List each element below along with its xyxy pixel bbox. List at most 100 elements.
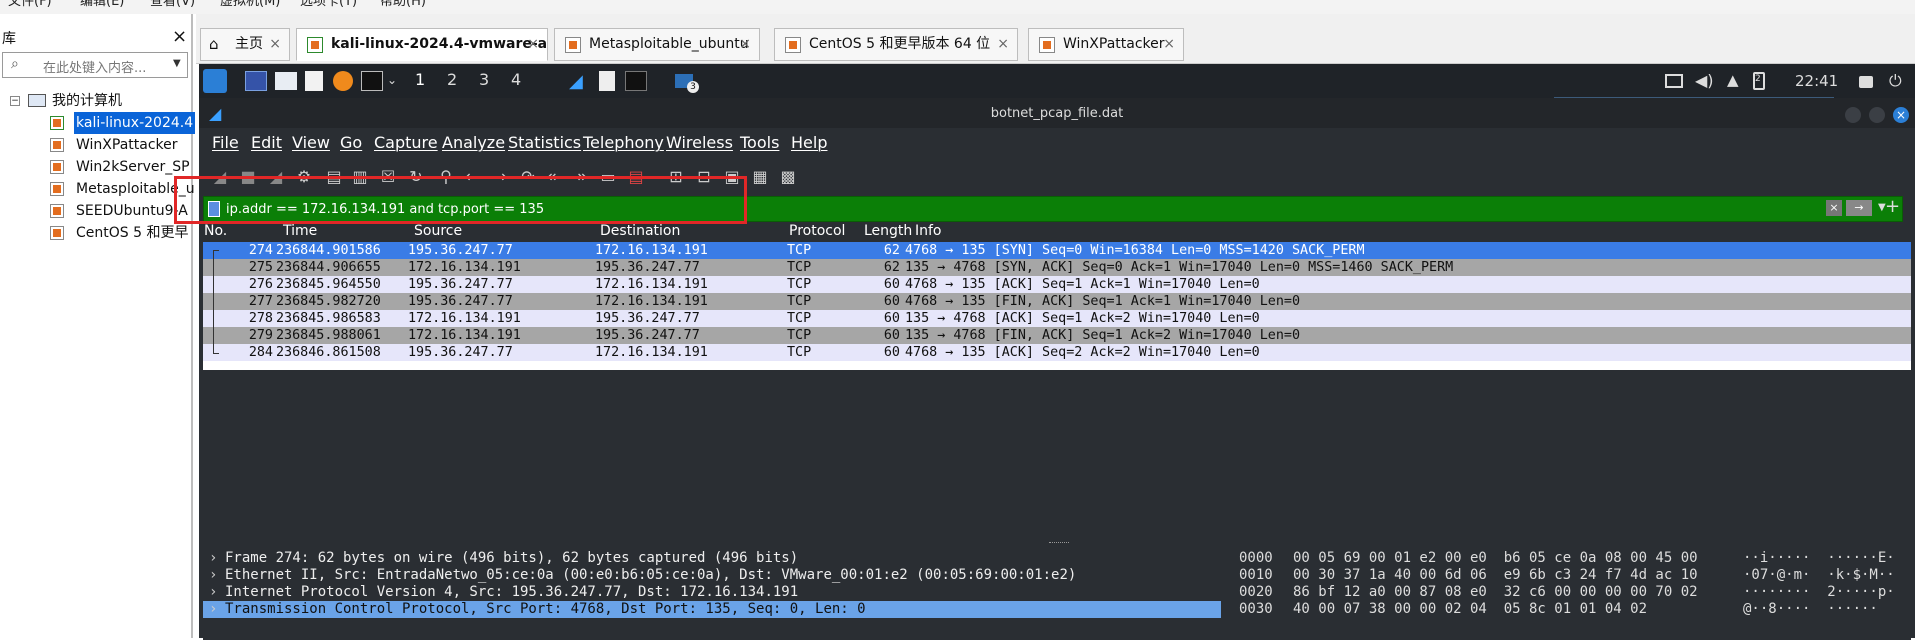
expand-icon[interactable]: › <box>209 567 217 584</box>
packet-row[interactable]: 276 236845.964550 195.36.247.77 172.16.134.… <box>203 276 1911 293</box>
lock-icon[interactable] <box>1859 76 1873 88</box>
close-icon[interactable]: × <box>1893 107 1909 123</box>
search-input[interactable]: 在此处键入内容... <box>43 57 146 76</box>
workspace-1[interactable]: 1 <box>415 70 425 89</box>
volume-icon[interactable]: ◀) <box>1695 71 1717 91</box>
close-icon[interactable]: × <box>1163 29 1175 60</box>
cell-proto: TCP <box>787 294 812 309</box>
close-icon[interactable]: × <box>997 29 1009 60</box>
vm-menubar: 文件(F) 编辑(E) 查看(V) 虚拟机(M) 选项卡(T) 帮助(H) <box>0 0 1915 14</box>
menu-analyze[interactable]: Analyze <box>442 133 505 152</box>
expand-icon[interactable]: › <box>209 584 217 601</box>
vm-running-icon <box>307 37 323 53</box>
detail-row[interactable]: › Transmission Control Protocol, Src Port… <box>203 601 1221 618</box>
menu-telephony[interactable]: Telephony <box>583 133 664 152</box>
display-icon[interactable] <box>1665 74 1683 88</box>
tab-label: CentOS 5 和更早版本 64 位 <box>809 36 991 52</box>
splitter-handle[interactable] <box>1049 542 1069 544</box>
close-icon[interactable]: × <box>269 29 281 60</box>
battery-level: 2 <box>1755 74 1761 84</box>
kali-menu-icon[interactable] <box>203 69 227 93</box>
column-prefs-icon[interactable]: ▩ <box>777 166 799 188</box>
cell-len: 60 <box>883 294 900 309</box>
menu-statistics[interactable]: Statistics <box>508 133 581 152</box>
tab-metasploitable[interactable]: Metasploitable_ubuntu × <box>554 28 760 61</box>
col-length[interactable]: Length <box>864 223 912 239</box>
clear-filter-icon[interactable]: × <box>1826 200 1842 216</box>
library-search[interactable]: ⌕ 在此处键入内容... ▼ <box>2 52 188 78</box>
menu-view[interactable]: View <box>292 133 330 152</box>
tab-home[interactable]: ⌂ 主页 × <box>200 28 290 61</box>
clock[interactable]: 22:41 <box>1795 72 1838 90</box>
expand-icon[interactable]: › <box>209 550 217 567</box>
wireshark-task-icon[interactable]: ◢ <box>569 71 591 92</box>
firefox-icon[interactable] <box>333 71 353 91</box>
cell-info: 4768 → 135 [FIN, ACK] Seq=1 Ack=1 Win=17… <box>905 294 1301 309</box>
menu-view[interactable]: 查看(V) <box>150 0 195 8</box>
bytes-offset: 0020 <box>1239 584 1273 600</box>
apply-filter-icon[interactable]: → <box>1846 200 1872 216</box>
packet-row[interactable]: 278 236845.986583 172.16.134.191 195.36.247… <box>203 310 1911 327</box>
menu-wireless[interactable]: Wireless <box>666 133 733 152</box>
tree-item-label: kali-linux-2024.4 <box>74 112 196 134</box>
close-icon[interactable]: × <box>739 29 751 60</box>
library-close-icon[interactable]: × <box>172 26 187 47</box>
col-destination[interactable]: Destination <box>600 223 680 239</box>
collapse-icon[interactable]: − <box>10 96 20 106</box>
tab-kali[interactable]: kali-linux-2024.4-vmware-a... × <box>296 28 548 61</box>
detail-text: Frame 274: 62 bytes on wire (496 bits), … <box>225 550 799 566</box>
add-filter-icon[interactable]: + <box>1885 196 1900 217</box>
cell-len: 62 <box>883 260 900 275</box>
folder-icon[interactable] <box>275 72 297 90</box>
cell-dst: 195.36.247.77 <box>595 260 700 275</box>
tab-winxp[interactable]: WinXPattacker × <box>1028 28 1184 61</box>
text-editor-icon[interactable] <box>305 71 323 91</box>
close-icon[interactable]: × <box>527 29 539 60</box>
menu-file[interactable]: 文件(F) <box>8 0 52 8</box>
col-time[interactable]: Time <box>283 223 317 239</box>
tab-centos[interactable]: CentOS 5 和更早版本 64 位 × <box>774 28 1018 61</box>
ws-titlebar: ◢ botnet_pcap_file.dat × <box>199 98 1915 130</box>
menu-vm[interactable]: 虚拟机(M) <box>220 0 280 8</box>
workspace-3[interactable]: 3 <box>479 70 489 89</box>
library-header: 库 × <box>0 14 193 47</box>
bytes-ascii: @··8···· ······ <box>1743 601 1878 617</box>
desktop-icon[interactable] <box>245 71 267 91</box>
menu-help[interactable]: Help <box>791 133 827 152</box>
minimize-icon[interactable] <box>1845 107 1861 123</box>
packet-row[interactable]: 274 236844.901586 195.36.247.77 172.16.134.… <box>203 242 1911 259</box>
menu-go[interactable]: Go <box>340 133 362 152</box>
workspace-2[interactable]: 2 <box>447 70 457 89</box>
resize-columns-icon[interactable]: ▦ <box>749 166 771 188</box>
expand-icon[interactable]: › <box>209 601 217 618</box>
packet-row[interactable]: 275 236844.906655 172.16.134.191 195.36.247… <box>203 259 1911 276</box>
bell-icon[interactable]: ▲ <box>1727 71 1749 91</box>
col-protocol[interactable]: Protocol <box>789 223 845 239</box>
pdf-task-icon[interactable] <box>599 71 615 91</box>
detail-row[interactable]: › Frame 274: 62 bytes on wire (496 bits),… <box>203 550 1221 567</box>
packet-row[interactable]: 277 236845.982720 195.36.247.77 172.16.134.… <box>203 293 1911 310</box>
terminal-task-icon[interactable] <box>625 71 647 91</box>
menu-help[interactable]: 帮助(H) <box>380 0 426 8</box>
chevron-down-icon[interactable]: ⌄ <box>387 73 397 87</box>
menu-tools[interactable]: Tools <box>740 133 779 152</box>
power-icon[interactable]: ⏻ <box>1889 71 1911 91</box>
maximize-icon[interactable] <box>1869 107 1885 123</box>
menu-file[interactable]: File <box>212 133 239 152</box>
menu-capture[interactable]: Capture <box>374 133 438 152</box>
chevron-down-icon[interactable]: ▼ <box>173 58 181 69</box>
col-no[interactable]: No. <box>204 223 227 239</box>
col-source[interactable]: Source <box>414 223 462 239</box>
menu-tabs[interactable]: 选项卡(T) <box>300 0 357 8</box>
col-info[interactable]: Info <box>915 223 942 239</box>
menu-edit[interactable]: Edit <box>251 133 282 152</box>
detail-row[interactable]: › Internet Protocol Version 4, Src: 195.3… <box>203 584 1221 601</box>
packet-row[interactable]: 279 236845.988061 172.16.134.191 195.36.247… <box>203 327 1911 344</box>
packet-row[interactable]: 284 236846.861508 195.36.247.77 172.16.134.… <box>203 344 1911 361</box>
vm-icon <box>785 37 801 53</box>
detail-row[interactable]: › Ethernet II, Src: EntradaNetwo_05:ce:0a… <box>203 567 1221 584</box>
cell-len: 62 <box>883 243 900 258</box>
workspace-4[interactable]: 4 <box>511 70 521 89</box>
menu-edit[interactable]: 编辑(E) <box>80 0 124 8</box>
terminal-icon[interactable] <box>361 71 383 91</box>
